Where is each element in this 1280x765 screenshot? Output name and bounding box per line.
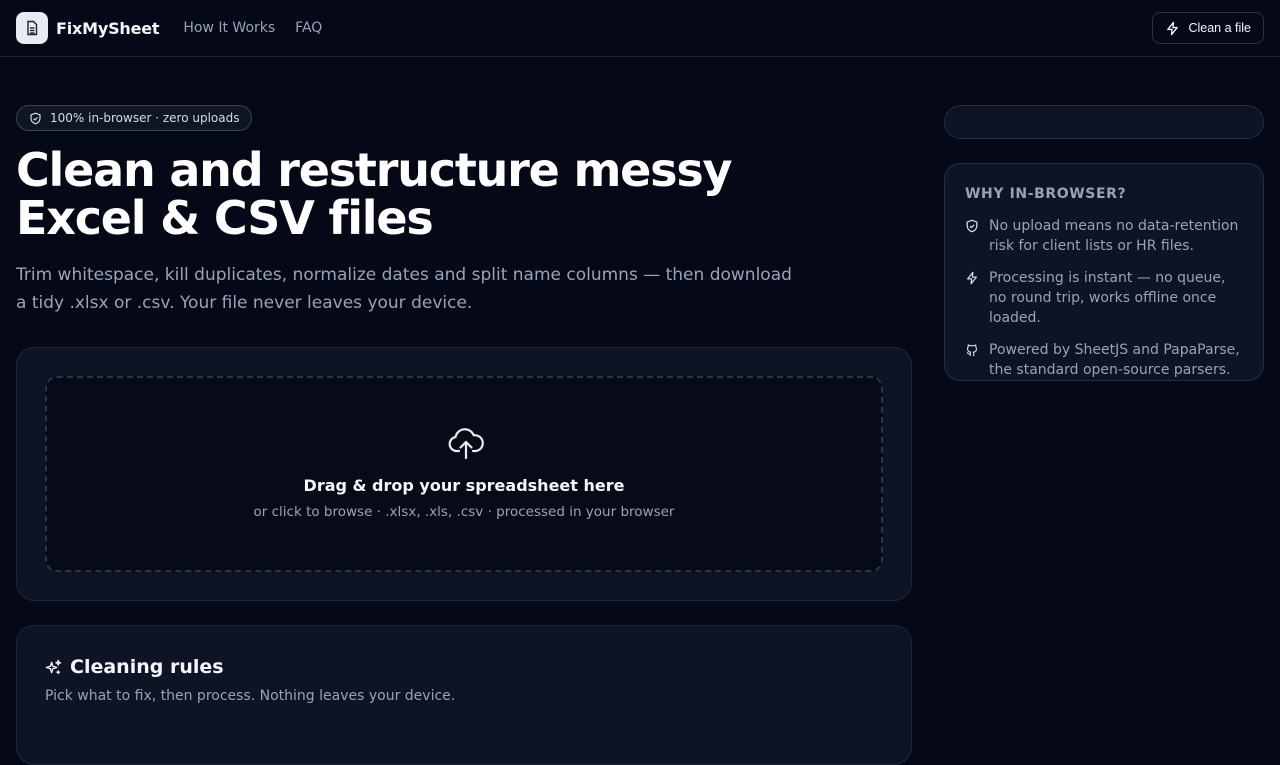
- why-item-privacy-text: No upload means no data-retention risk f…: [989, 218, 1239, 254]
- why-item-privacy: No upload means no data-retention risk f…: [965, 216, 1243, 256]
- page-title: Clean and restructure messy Excel & CSV …: [16, 146, 796, 242]
- lightning-icon: [967, 271, 977, 285]
- page-title-line-1: Clean and restructure messy: [16, 143, 733, 197]
- cleaning-rules-card: Cleaning rules Pick what to fix, then pr…: [16, 625, 912, 765]
- privacy-badge-label: 100% in-browser · zero uploads: [50, 111, 240, 125]
- nav-link-faq[interactable]: FAQ: [295, 20, 322, 36]
- app-logo-icon[interactable]: [16, 12, 48, 44]
- brand-name[interactable]: FixMySheet: [56, 19, 160, 38]
- shield-check-icon: [30, 112, 41, 124]
- sidebar-placeholder-pill: [944, 105, 1264, 139]
- shield-check-icon: [966, 219, 978, 233]
- page-title-line-2: Excel & CSV files: [16, 191, 434, 245]
- cleaning-rules-title: Cleaning rules: [70, 656, 224, 678]
- cleaning-rules-subtitle: Pick what to fix, then process. Nothing …: [45, 688, 456, 704]
- lightning-icon: [1167, 21, 1179, 35]
- top-navigation-bar: FixMySheet How It Works FAQ Clean a file: [0, 0, 1280, 57]
- drop-zone-subtitle: or click to browse · .xlsx, .xls, .csv ·…: [253, 504, 675, 520]
- why-item-open-source: Powered by SheetJS and PapaParse, the st…: [965, 340, 1243, 380]
- why-item-open-source-text: Powered by SheetJS and PapaParse, the st…: [989, 342, 1240, 378]
- why-in-browser-title: WHY IN-BROWSER?: [965, 186, 1127, 202]
- cleaning-rules-header: Cleaning rules: [45, 656, 224, 678]
- clean-a-file-button[interactable]: Clean a file: [1152, 12, 1264, 44]
- why-item-speed: Processing is instant — no queue, no rou…: [965, 268, 1243, 328]
- why-item-speed-text: Processing is instant — no queue, no rou…: [989, 270, 1226, 326]
- upload-card: Drag & drop your spreadsheet here or cli…: [16, 347, 912, 601]
- nav-link-how-it-works[interactable]: How It Works: [183, 20, 275, 36]
- file-drop-zone[interactable]: Drag & drop your spreadsheet here or cli…: [45, 376, 883, 572]
- page-subtitle: Trim whitespace, kill duplicates, normal…: [16, 265, 792, 313]
- github-icon: [966, 344, 978, 357]
- privacy-badge: 100% in-browser · zero uploads: [16, 105, 253, 131]
- sparkles-icon: [45, 659, 62, 674]
- clean-a-file-label: Clean a file: [1188, 21, 1251, 35]
- why-in-browser-card: WHY IN-BROWSER? No upload means no data-…: [944, 163, 1264, 381]
- cloud-upload-icon: [448, 428, 484, 460]
- drop-zone-title: Drag & drop your spreadsheet here: [303, 476, 625, 495]
